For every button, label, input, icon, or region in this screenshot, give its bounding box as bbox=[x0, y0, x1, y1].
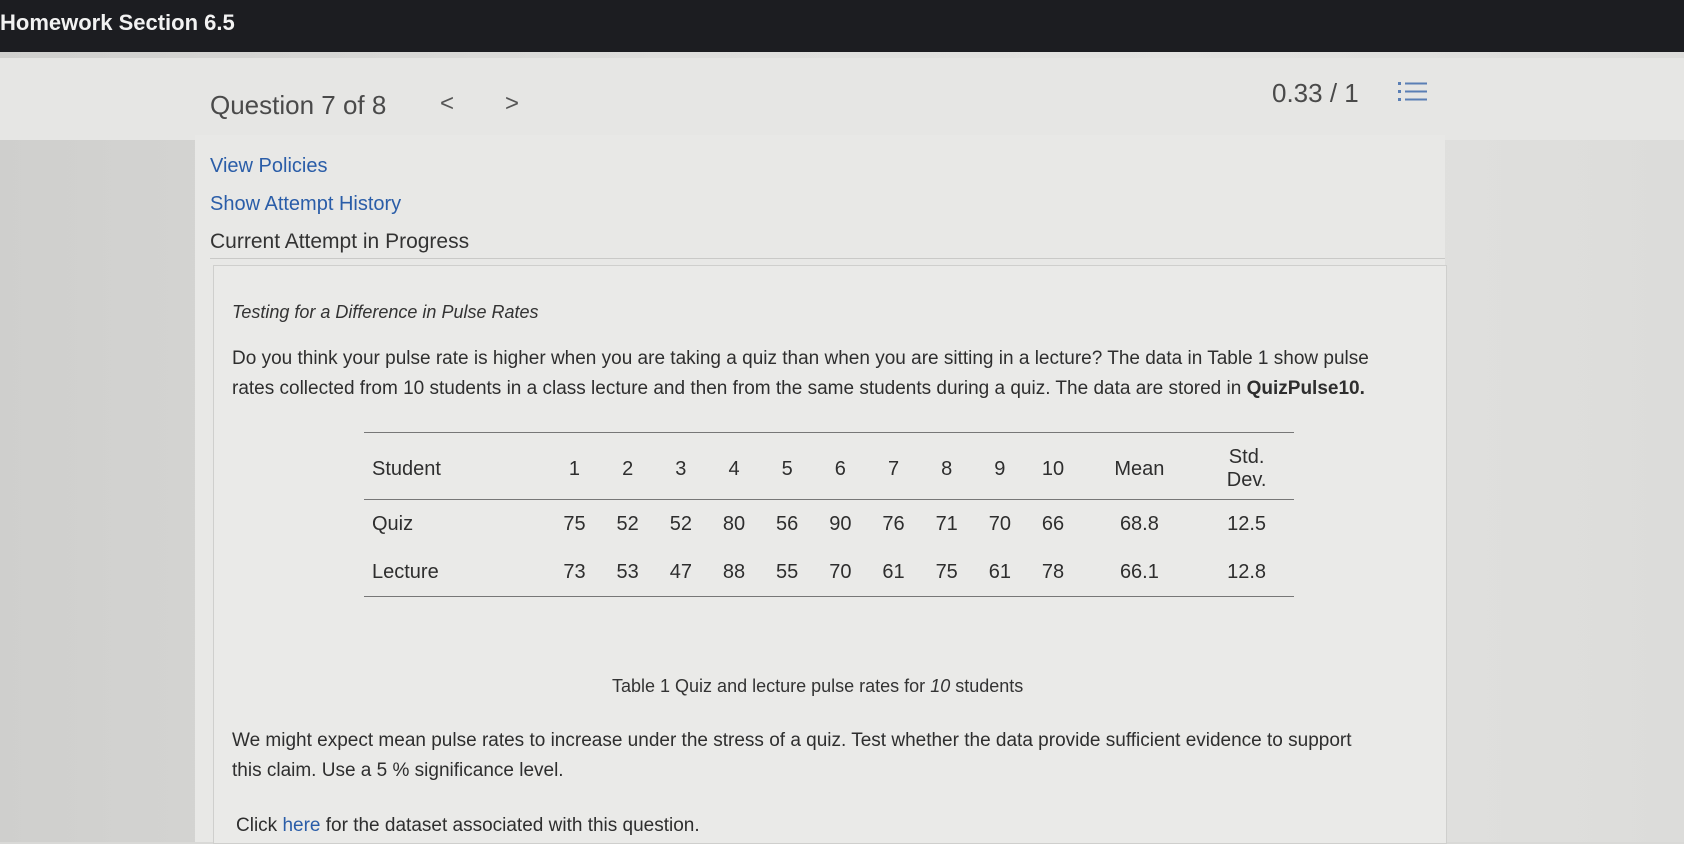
divider bbox=[210, 258, 1445, 259]
footer-suffix: for the dataset associated with this que… bbox=[320, 815, 700, 836]
numbered-list-icon[interactable] bbox=[1398, 80, 1428, 104]
header-mean: Mean bbox=[1079, 439, 1200, 500]
table-cell: 61 bbox=[866, 548, 921, 597]
table-cell: 78 bbox=[1026, 548, 1080, 597]
table-cell: 90 bbox=[829, 512, 852, 535]
header-cell: 1 bbox=[547, 439, 602, 500]
header-cell: 2 bbox=[601, 439, 655, 500]
caption-prefix: Table 1 Quiz and lecture pulse rates for bbox=[612, 676, 931, 696]
claim-line-1: We might expect mean pulse rates to incr… bbox=[232, 730, 1352, 751]
header-cell: 8 bbox=[920, 439, 974, 500]
row-label: Quiz bbox=[372, 512, 414, 535]
view-policies-link[interactable]: View Policies bbox=[210, 155, 327, 178]
header-dev: Dev. bbox=[1226, 469, 1267, 491]
header-cell: 9 bbox=[973, 439, 1027, 500]
previous-question-button[interactable]: < bbox=[440, 90, 454, 118]
header-std: Std. bbox=[1228, 446, 1265, 468]
intro-line-1: Do you think your pulse rate is higher w… bbox=[232, 348, 1369, 369]
table-cell: 73 bbox=[547, 548, 602, 597]
section-title: Homework Section 6.5 bbox=[0, 10, 235, 35]
table-cell: 71 bbox=[935, 512, 958, 535]
table-cell: 55 bbox=[760, 548, 814, 597]
header-cell: 3 bbox=[654, 439, 708, 500]
dataset-here-link[interactable]: here bbox=[282, 815, 320, 836]
dataset-footer: Click here for the dataset associated wi… bbox=[236, 815, 700, 837]
mean-cell: 66.1 bbox=[1079, 548, 1200, 597]
intro-line-2: rates collected from 10 students in a cl… bbox=[232, 378, 1247, 399]
table-cell: 70 bbox=[813, 548, 867, 597]
table-cell: 53 bbox=[601, 548, 655, 597]
attempt-status: Current Attempt in Progress bbox=[210, 230, 470, 253]
caption-suffix: students bbox=[950, 676, 1024, 696]
caption-number: 10 bbox=[930, 676, 951, 696]
table-caption: Table 1 Quiz and lecture pulse rates for… bbox=[612, 676, 1023, 697]
header-cell: 6 bbox=[813, 439, 867, 500]
question-label: Question 7 of 8 bbox=[210, 90, 387, 120]
next-question-button[interactable]: > bbox=[505, 90, 519, 118]
row-label: Lecture bbox=[364, 548, 548, 597]
table-cell: 56 bbox=[776, 512, 799, 535]
claim-line-2: this claim. Use a 5 % significance level… bbox=[232, 760, 564, 781]
mean-cell: 68.8 bbox=[1119, 512, 1159, 535]
table-cell: 47 bbox=[654, 548, 708, 597]
header-cell: 7 bbox=[866, 439, 921, 500]
dataset-name: QuizPulse10. bbox=[1246, 378, 1365, 399]
sd-cell: 12.8 bbox=[1199, 548, 1294, 597]
table-cell: 52 bbox=[669, 512, 692, 535]
header-cell: 5 bbox=[760, 439, 814, 500]
table-cell: 76 bbox=[882, 512, 905, 535]
header-std-dev: Std. Dev. bbox=[1199, 439, 1294, 500]
top-bar: Homework Section 6.5 bbox=[0, 0, 1684, 52]
table-cell: 61 bbox=[973, 548, 1027, 597]
problem-title: Testing for a Difference in Pulse Rates bbox=[232, 302, 539, 322]
score-display: 0.33 / 1 bbox=[1272, 78, 1359, 108]
footer-prefix: Click bbox=[236, 815, 283, 836]
table-cell: 70 bbox=[988, 512, 1011, 535]
problem-intro: Do you think your pulse rate is higher w… bbox=[232, 344, 1422, 404]
table-row-lecture: Lecture 73 53 47 88 55 70 61 75 61 78 66… bbox=[364, 548, 1294, 597]
sd-cell: 12.5 bbox=[1227, 512, 1267, 535]
pulse-table: Student 1 2 3 4 5 6 7 8 9 10 Mean Std. D… bbox=[364, 432, 1294, 597]
table-cell: 66 bbox=[1041, 512, 1065, 535]
table-cell: 75 bbox=[563, 512, 586, 535]
table-cell: 75 bbox=[920, 548, 974, 597]
table-header-row: Student 1 2 3 4 5 6 7 8 9 10 Mean Std. D… bbox=[364, 439, 1294, 500]
show-attempt-history-link[interactable]: Show Attempt History bbox=[210, 193, 401, 216]
table-cell: 52 bbox=[616, 512, 639, 535]
header-cell: 4 bbox=[707, 439, 761, 500]
table-row-quiz: Quiz 75 52 52 80 56 90 76 71 70 66 68.8 … bbox=[364, 500, 1294, 549]
table-cell: 80 bbox=[722, 512, 746, 535]
header-student: Student bbox=[364, 439, 548, 500]
problem-claim: We might expect mean pulse rates to incr… bbox=[232, 726, 1422, 786]
header-cell: 10 bbox=[1026, 439, 1080, 500]
table-cell: 88 bbox=[707, 548, 761, 597]
